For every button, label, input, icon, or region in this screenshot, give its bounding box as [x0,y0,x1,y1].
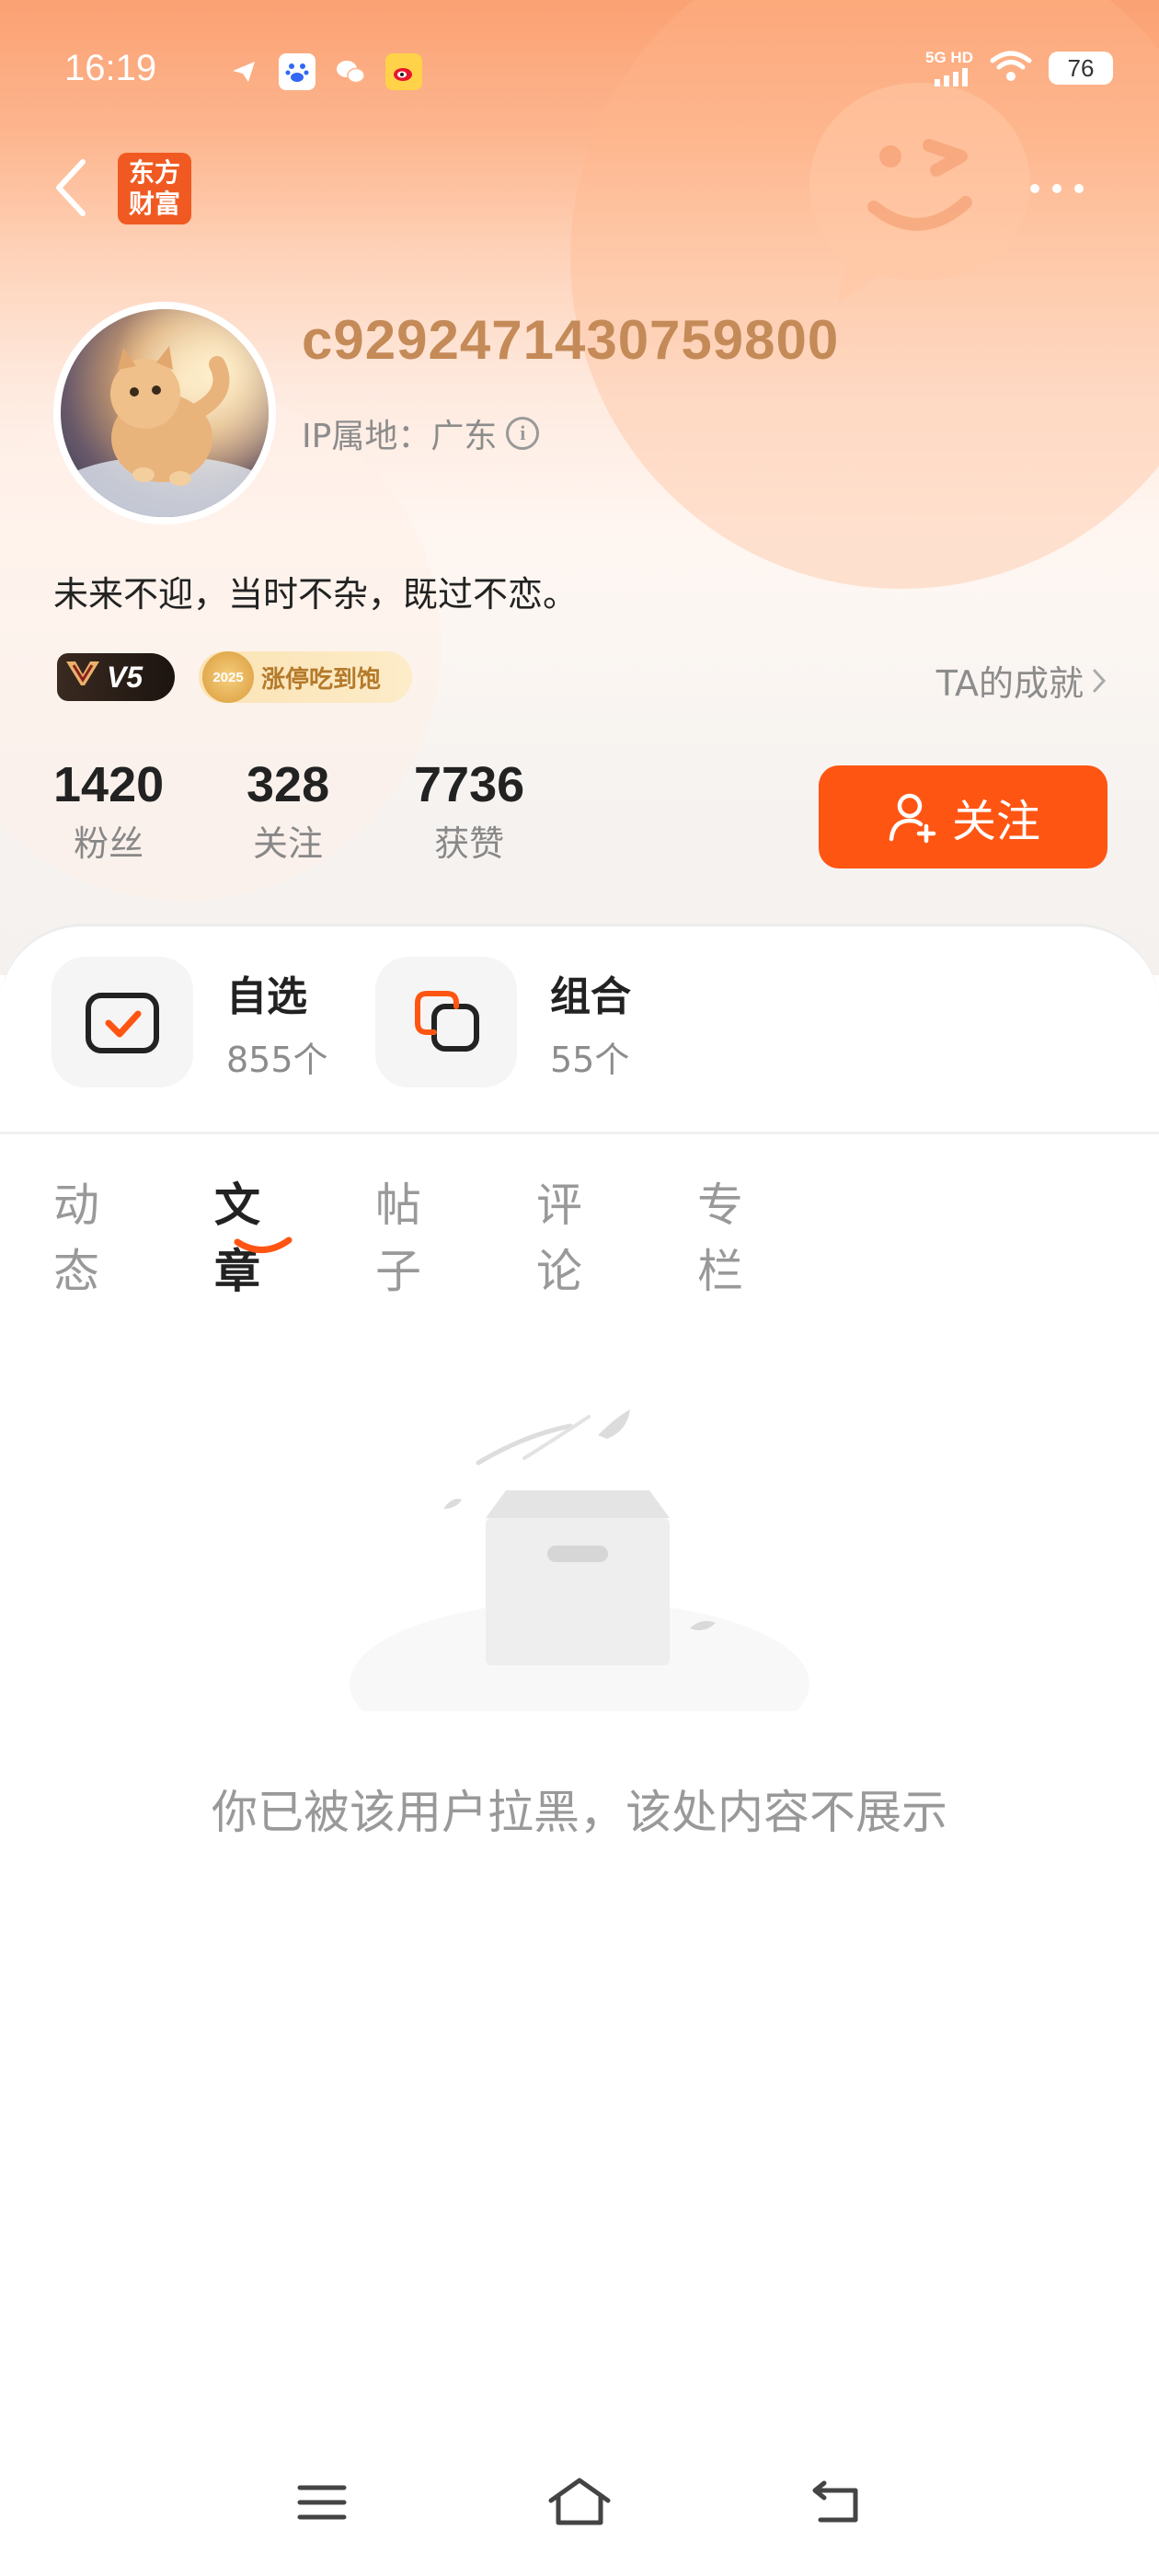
more-button[interactable] [1030,175,1104,202]
status-time: 16:19 [64,48,157,88]
avatar[interactable] [53,302,276,524]
menu-icon [297,2485,347,2520]
ip-location: IP属地：广东 i [302,409,540,457]
level-badge[interactable]: V5 [57,653,175,701]
chevron-right-icon [1093,669,1107,692]
add-user-icon [889,793,936,844]
empty-box-illustration [350,1409,809,1711]
watchlist-shortcut[interactable]: 自选 855个 [52,957,328,1087]
portfolio-shortcut[interactable]: 组合 55个 [375,957,631,1087]
menu-button[interactable] [285,2466,359,2539]
send-icon [225,53,262,90]
network-type: 5G HD [925,49,973,66]
back-nav-button[interactable] [800,2466,874,2539]
achievements-link[interactable]: TA的成就 [936,655,1107,706]
following-stat[interactable]: 328 关注 [247,756,329,866]
watchlist-title: 自选 [226,972,307,1020]
home-button[interactable] [543,2466,616,2539]
tab-feed[interactable]: 动态 [53,1168,99,1301]
watchlist-count: 855个 [226,1039,328,1080]
fans-label: 粉丝 [74,823,144,864]
weibo-icon [385,53,422,90]
user-bio: 未来不迎，当时不杂，既过不恋。 [53,574,579,615]
checkbox-icon [52,957,193,1087]
portfolio-title: 组合 [550,972,631,1020]
portfolio-count: 55个 [550,1039,630,1080]
battery-indicator: 76 [1049,52,1113,85]
empty-state-message: 你已被该用户拉黑，该处内容不展示 [212,1786,947,1839]
app-logo[interactable]: 东方 财富 [118,153,191,224]
return-icon [812,2480,858,2523]
ip-location-text: IP属地：广东 [302,418,498,455]
follow-button[interactable]: 关注 [819,765,1107,868]
home-icon [548,2478,611,2525]
achievements-label: TA的成就 [935,663,1084,704]
following-label: 关注 [253,823,324,864]
profile-page: 16:19 5G HD 76 东方 财富 c9292471430759800 I… [0,0,1159,2576]
follow-button-label: 关注 [951,796,1040,847]
wechat-icon [332,53,369,90]
status-bar: 16:19 5G HD 76 [0,37,1159,110]
year-badge[interactable]: 2025 涨停吃到饱 [199,651,412,703]
overlap-squares-icon [375,957,517,1087]
likes-stat[interactable]: 7736 获赞 [414,756,524,866]
likes-count: 7736 [414,757,525,812]
vip-wing-icon [64,658,101,697]
tab-columns[interactable]: 专栏 [697,1168,743,1301]
following-count: 328 [247,757,330,812]
notification-icons [225,53,422,90]
tab-articles[interactable]: 文章 [214,1168,260,1301]
more-dots-icon [1030,184,1039,193]
year-coin-icon: 2025 [202,651,254,703]
more-dot [1074,184,1084,193]
watchlist-text: 自选 855个 [226,963,328,1082]
more-dot [1052,184,1061,193]
level-badge-text: V5 [107,660,143,694]
baidu-paw-icon [279,53,316,90]
logo-text-line1: 东方 [128,157,180,188]
system-indicators: 5G HD 76 [925,50,1113,86]
divider [0,1132,1159,1134]
back-button[interactable] [48,155,94,221]
username: c9292471430759800 [302,309,840,371]
logo-text-line2: 财富 [128,189,180,219]
chevron-left-icon [56,159,86,216]
portfolio-text: 组合 55个 [550,963,631,1082]
cellular-signal-icon: 5G HD [925,50,973,86]
cat-avatar-image [61,309,269,517]
info-icon[interactable]: i [506,417,540,450]
active-tab-indicator [234,1236,293,1253]
tab-posts[interactable]: 帖子 [375,1168,421,1301]
system-navigation-bar [0,2466,1159,2558]
wifi-icon [990,50,1032,86]
tab-comments[interactable]: 评论 [536,1168,582,1301]
year-badge-text: 涨停吃到饱 [261,665,382,694]
fans-stat[interactable]: 1420 粉丝 [53,756,164,866]
fans-count: 1420 [53,757,165,812]
likes-label: 获赞 [434,823,505,864]
